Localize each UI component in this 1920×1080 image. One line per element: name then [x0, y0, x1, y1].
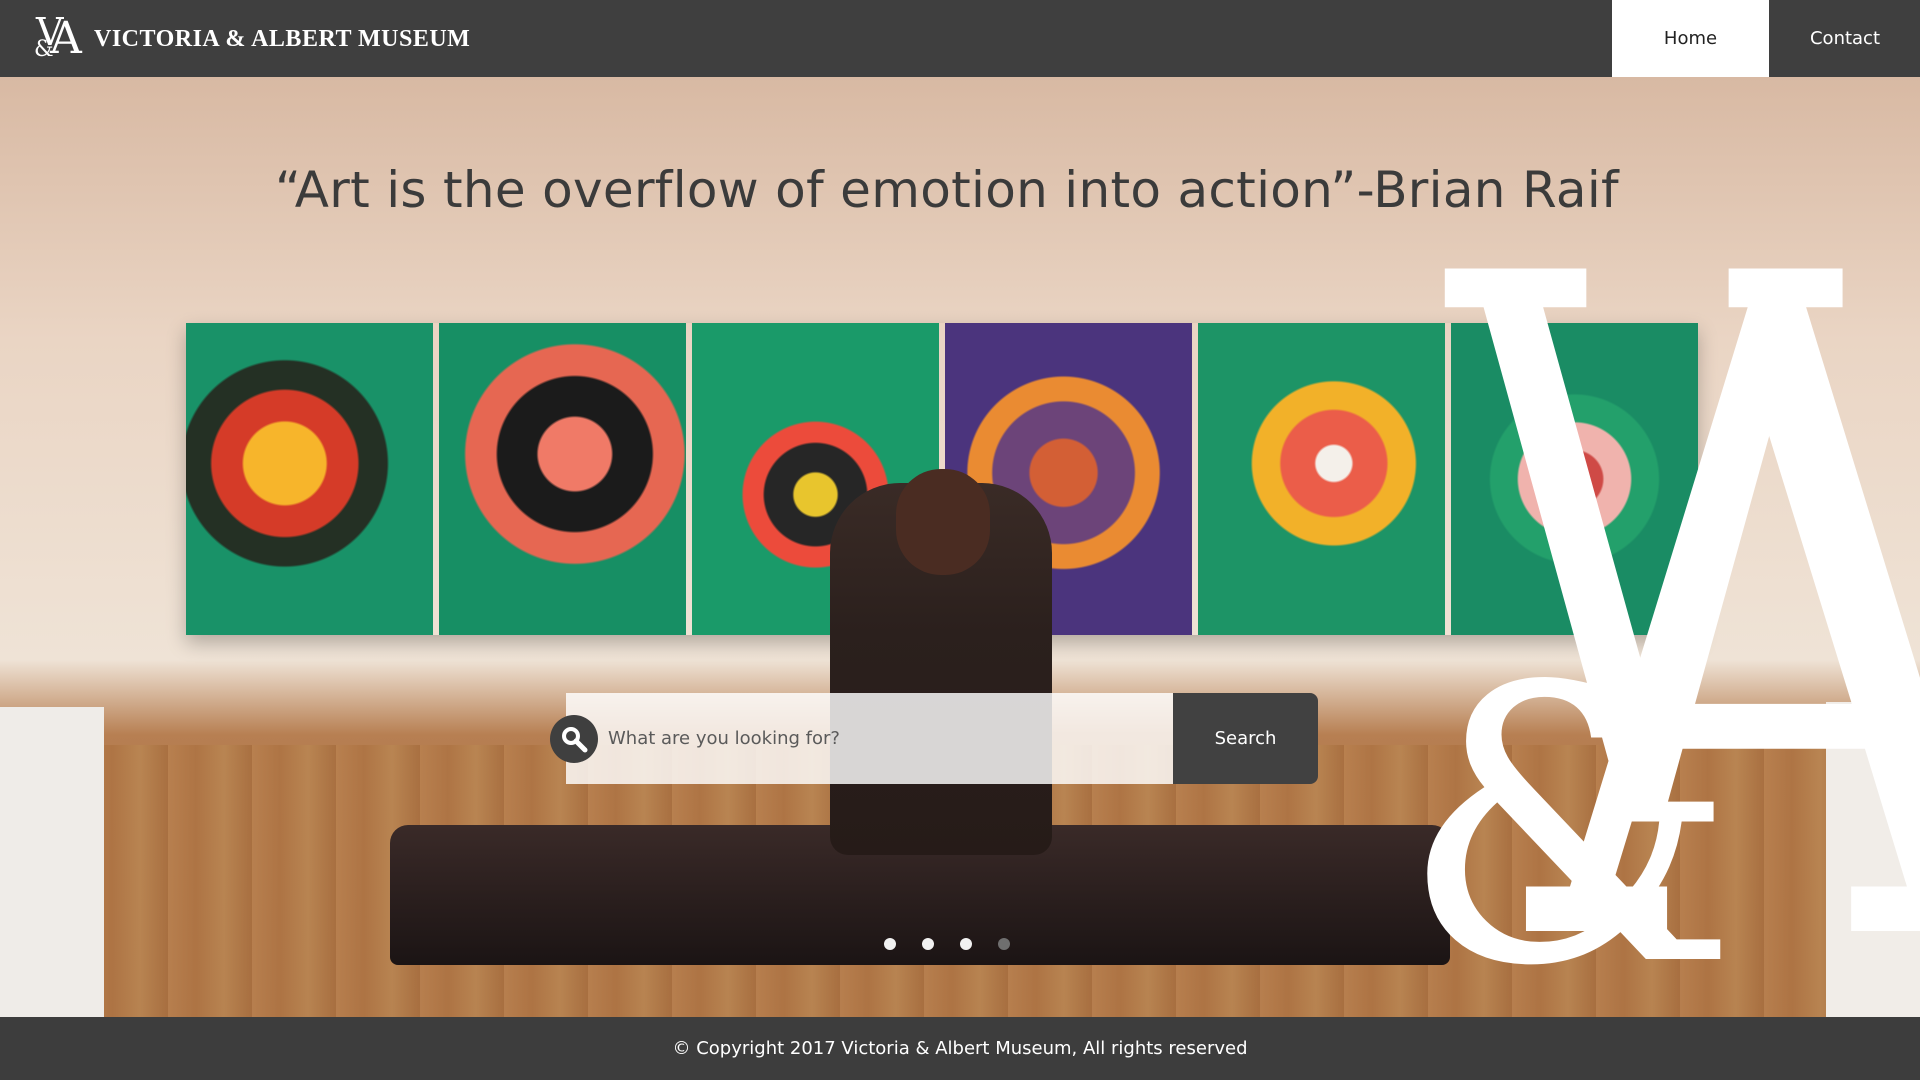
carousel-dot[interactable]	[884, 938, 896, 950]
main-navigation: Home Contact	[1612, 0, 1920, 77]
top-navigation-bar: V A & VICTORIA & ALBERT MUSEUM Home Contac…	[0, 0, 1920, 77]
carousel-dot[interactable]	[998, 938, 1010, 950]
search-icon[interactable]	[550, 715, 598, 763]
hero-quote: “Art is the overflow of emotion into act…	[275, 161, 1619, 219]
search-button[interactable]: Search	[1173, 693, 1318, 784]
search-input[interactable]	[606, 717, 1150, 760]
painting-panel	[186, 323, 433, 635]
painting-panel	[439, 323, 686, 635]
hero-gallery-image: “Art is the overflow of emotion into act…	[0, 77, 1920, 1017]
brand-logo[interactable]: V A & VICTORIA & ALBERT MUSEUM	[34, 10, 471, 64]
left-pedestal	[0, 707, 104, 1017]
painting-panel	[1198, 323, 1445, 635]
footer: © Copyright 2017 Victoria & Albert Museu…	[0, 1017, 1920, 1080]
search-bar: Search	[550, 693, 1318, 784]
va-logo-icon: V A &	[34, 10, 82, 64]
nav-home[interactable]: Home	[1612, 0, 1769, 77]
copyright-text: © Copyright 2017 Victoria & Albert Museu…	[672, 1038, 1248, 1059]
carousel-dot[interactable]	[960, 938, 972, 950]
search-field-wrapper	[550, 693, 1173, 784]
visitor-head	[896, 469, 990, 575]
right-pedestal	[1826, 702, 1920, 1017]
painting-panel	[1451, 323, 1698, 635]
brand-name: VICTORIA & ALBERT MUSEUM	[94, 25, 471, 52]
carousel-dot[interactable]	[922, 938, 934, 950]
nav-contact[interactable]: Contact	[1770, 0, 1920, 77]
carousel-indicators	[884, 938, 1010, 950]
